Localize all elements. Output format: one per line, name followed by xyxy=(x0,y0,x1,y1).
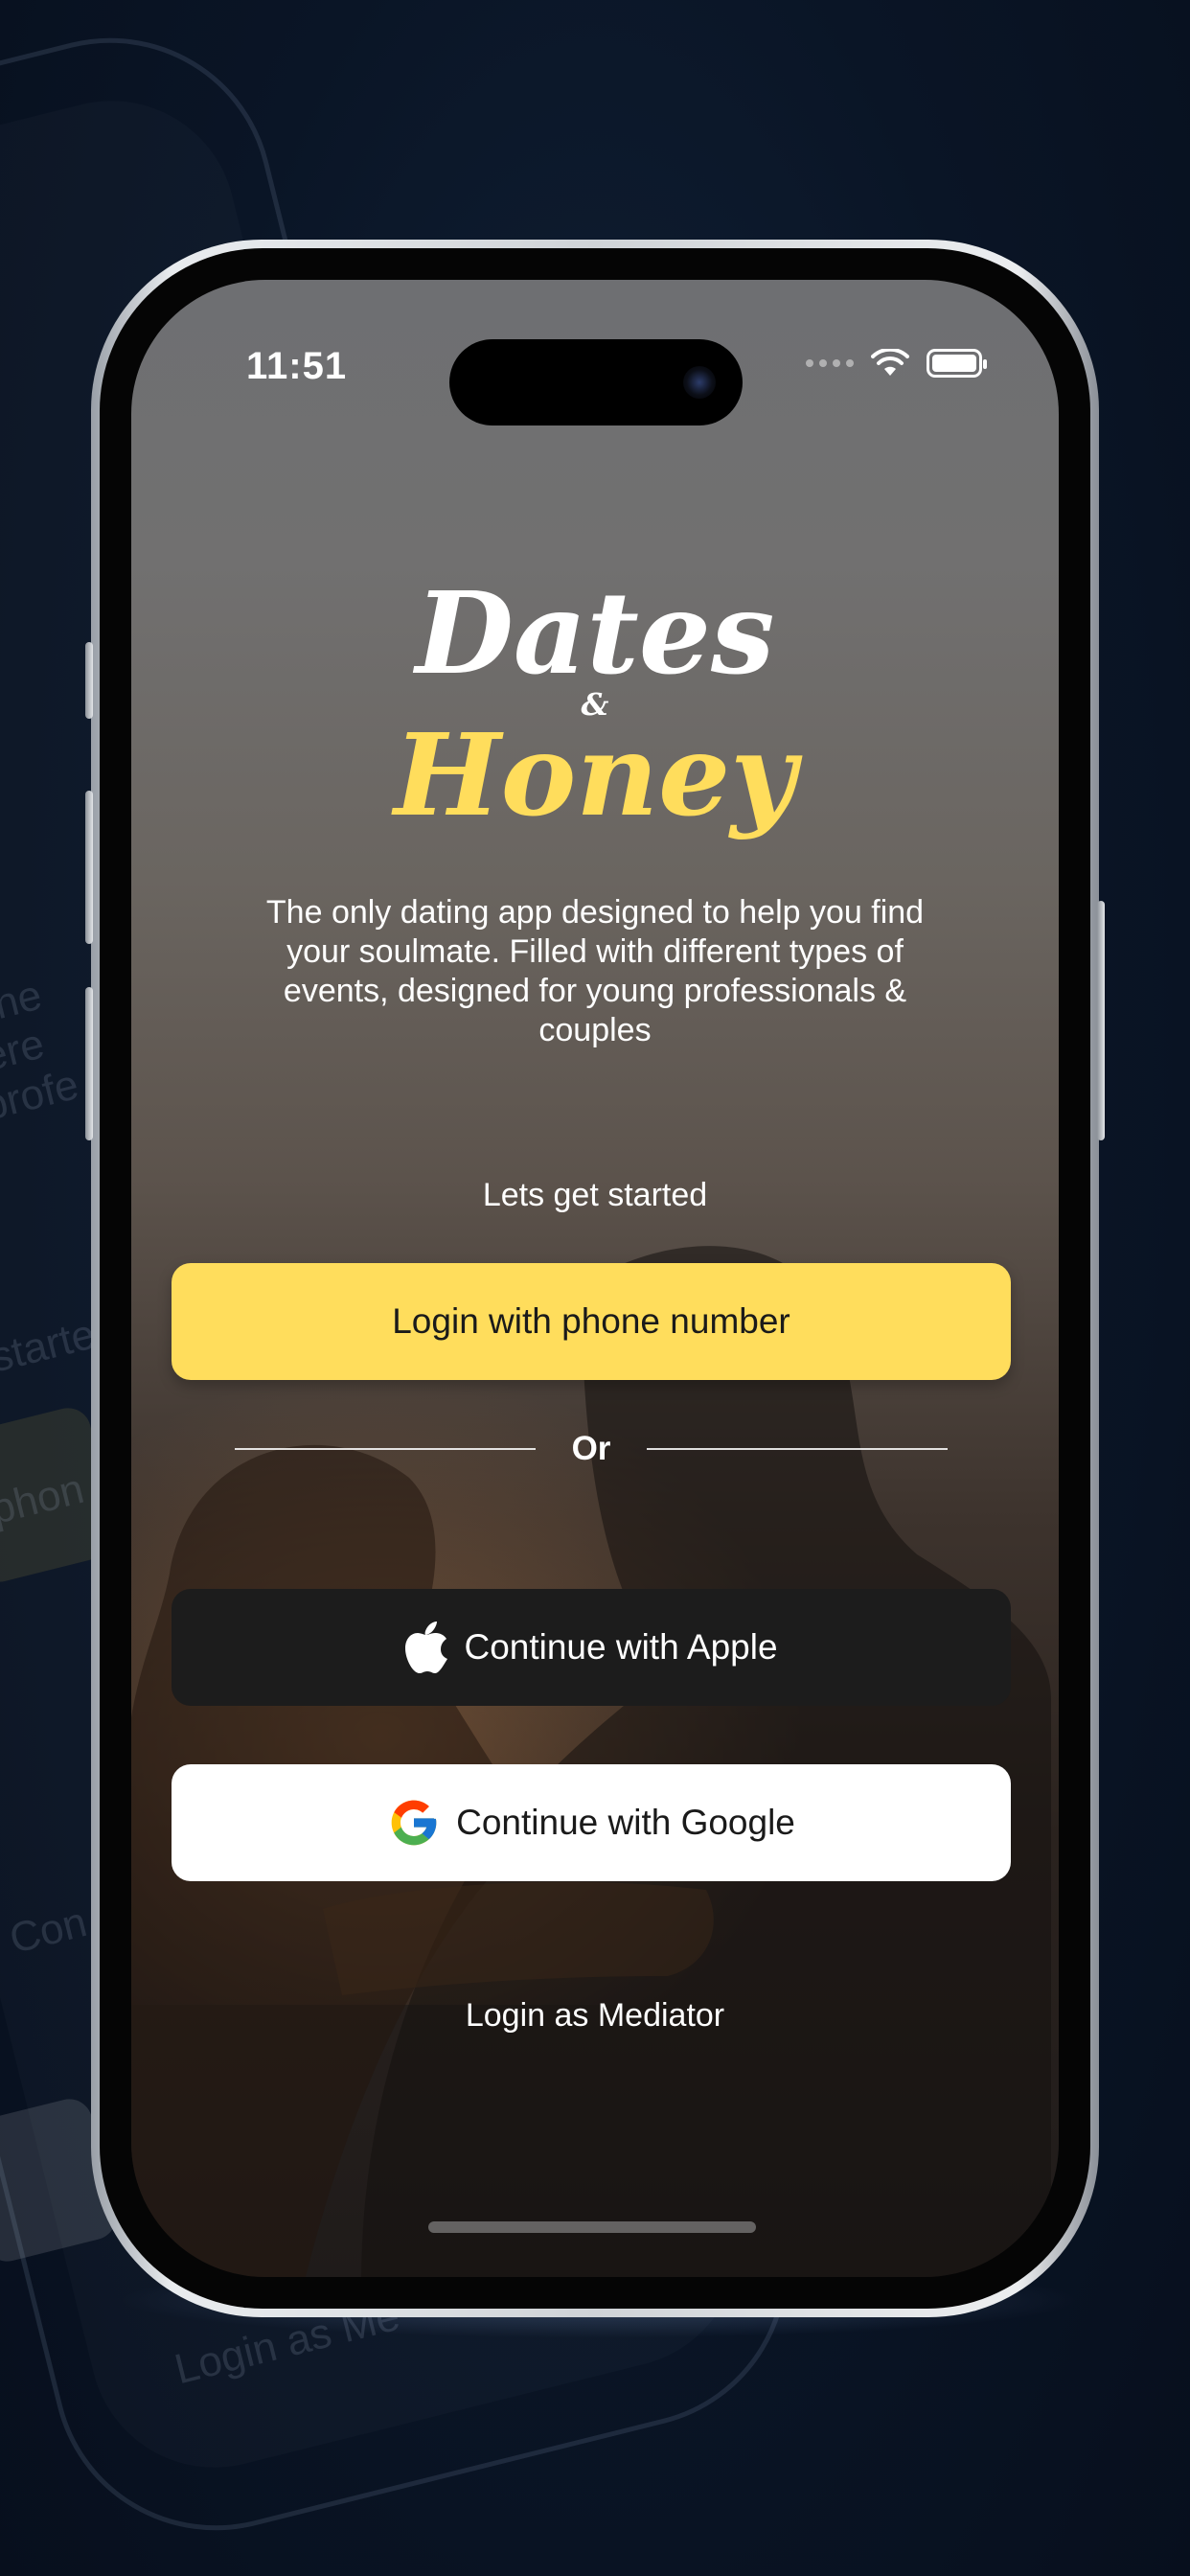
login-phone-label: Login with phone number xyxy=(392,1301,790,1341)
continue-apple-button[interactable]: Continue with Apple xyxy=(172,1589,1011,1706)
logo-honey: Honey xyxy=(394,708,796,841)
volume-down-button xyxy=(85,987,93,1140)
status-indicators xyxy=(806,349,987,378)
continue-apple-label: Continue with Apple xyxy=(464,1627,778,1667)
google-icon xyxy=(391,1800,437,1846)
login-phone-button[interactable]: Login with phone number xyxy=(172,1263,1011,1380)
continue-google-button[interactable]: Continue with Google xyxy=(172,1764,1011,1881)
volume-up-button xyxy=(85,791,93,944)
divider-line-right xyxy=(647,1448,949,1450)
phone-bezel: 11:51 Dates & Honey The only dating app … xyxy=(100,248,1090,2309)
app-screen: 11:51 Dates & Honey The only dating app … xyxy=(131,280,1059,2277)
phone-frame: 11:51 Dates & Honey The only dating app … xyxy=(85,240,1105,2317)
action-button xyxy=(85,642,93,719)
power-button xyxy=(1097,901,1105,1140)
front-camera-icon xyxy=(683,366,716,399)
or-divider: Or xyxy=(235,1430,949,1468)
dynamic-island xyxy=(449,339,743,426)
apple-icon xyxy=(405,1622,448,1673)
divider-line-left xyxy=(235,1448,536,1450)
continue-google-label: Continue with Google xyxy=(456,1803,795,1842)
battery-icon xyxy=(927,349,987,378)
wifi-icon xyxy=(871,349,909,376)
login-mediator-link[interactable]: Login as Mediator xyxy=(131,1997,1059,2035)
battery-level xyxy=(932,355,976,372)
app-logo: Dates & Honey xyxy=(131,577,1059,832)
home-indicator[interactable] xyxy=(428,2221,756,2233)
get-started-label: Lets get started xyxy=(482,1177,708,1213)
app-tagline: The only dating app designed to help you… xyxy=(265,894,925,1048)
or-label: Or xyxy=(571,1430,611,1467)
signal-dots-icon xyxy=(806,359,854,367)
showcase-page: o hefereprofe starte phon Con Login as M… xyxy=(0,0,1190,2576)
logo-dates: Dates xyxy=(415,566,775,700)
status-time: 11:51 xyxy=(246,345,348,387)
